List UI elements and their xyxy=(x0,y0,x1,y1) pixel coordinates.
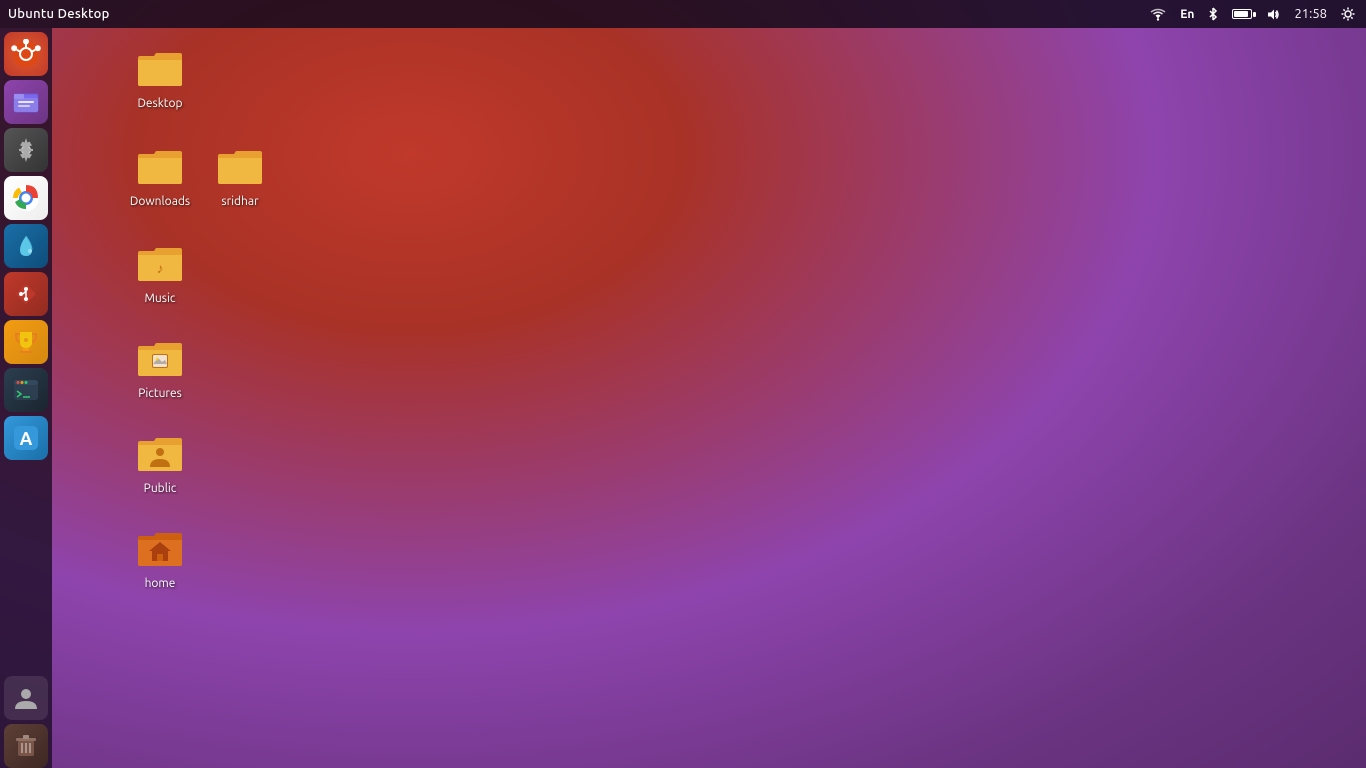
power-indicator[interactable] xyxy=(1338,7,1358,21)
launcher-ubuntu-button[interactable] xyxy=(4,32,48,76)
public-folder-icon xyxy=(136,429,184,477)
public-folder-label: Public xyxy=(144,481,177,497)
launcher-trash-button[interactable] xyxy=(4,724,48,768)
desktop-folder-icon xyxy=(136,44,184,92)
desktop-icons-area: Desktop Downloads sridhar xyxy=(52,28,1366,768)
launcher-files-button[interactable] xyxy=(4,80,48,124)
pictures-folder-label: Pictures xyxy=(138,386,182,402)
wifi-indicator[interactable] xyxy=(1147,7,1169,21)
sridhar-folder-label: sridhar xyxy=(221,194,258,210)
top-panel: Ubuntu Desktop En xyxy=(0,0,1366,28)
launcher-sidebar: A xyxy=(0,28,52,768)
music-folder-icon: ♪ xyxy=(136,239,184,287)
launcher-settings-button[interactable] xyxy=(4,128,48,172)
bluetooth-indicator[interactable] xyxy=(1205,7,1221,21)
desktop-icon-public[interactable]: Public xyxy=(115,423,205,503)
home-folder-icon xyxy=(136,524,184,572)
launcher-appstore-button[interactable]: A xyxy=(4,416,48,460)
desktop-icon-home[interactable]: home xyxy=(115,518,205,598)
desktop-icon-music[interactable]: ♪ Music xyxy=(115,233,205,313)
pictures-folder-icon xyxy=(136,334,184,382)
desktop-icon-desktop[interactable]: Desktop xyxy=(115,38,205,118)
volume-indicator[interactable] xyxy=(1263,8,1283,21)
svg-text:♪: ♪ xyxy=(157,260,164,276)
desktop-icon-sridhar[interactable]: sridhar xyxy=(195,136,285,216)
clock-time: 21:58 xyxy=(1294,7,1327,21)
desktop-folder-label: Desktop xyxy=(137,96,182,112)
panel-system-tray: En 21:58 xyxy=(1147,7,1358,21)
launcher-git-button[interactable] xyxy=(4,272,48,316)
launcher-drops-button[interactable] xyxy=(4,224,48,268)
keyboard-layout-indicator[interactable]: En xyxy=(1177,8,1197,21)
downloads-folder-icon xyxy=(136,142,184,190)
launcher-user-button[interactable] xyxy=(4,676,48,720)
desktop-icon-pictures[interactable]: Pictures xyxy=(115,328,205,408)
launcher-terminal-button[interactable] xyxy=(4,368,48,412)
downloads-folder-label: Downloads xyxy=(130,194,190,210)
battery-indicator[interactable] xyxy=(1229,9,1255,19)
launcher-trophy-button[interactable] xyxy=(4,320,48,364)
clock[interactable]: 21:58 xyxy=(1291,7,1330,21)
panel-title: Ubuntu Desktop xyxy=(8,7,110,21)
desktop: Ubuntu Desktop En xyxy=(0,0,1366,768)
svg-text:A: A xyxy=(20,429,33,449)
sridhar-folder-icon xyxy=(216,142,264,190)
home-folder-label: home xyxy=(145,576,176,592)
desktop-icon-downloads[interactable]: Downloads xyxy=(115,136,205,216)
launcher-chrome-button[interactable] xyxy=(4,176,48,220)
music-folder-label: Music xyxy=(145,291,176,307)
keyboard-layout-text: En xyxy=(1180,8,1194,21)
